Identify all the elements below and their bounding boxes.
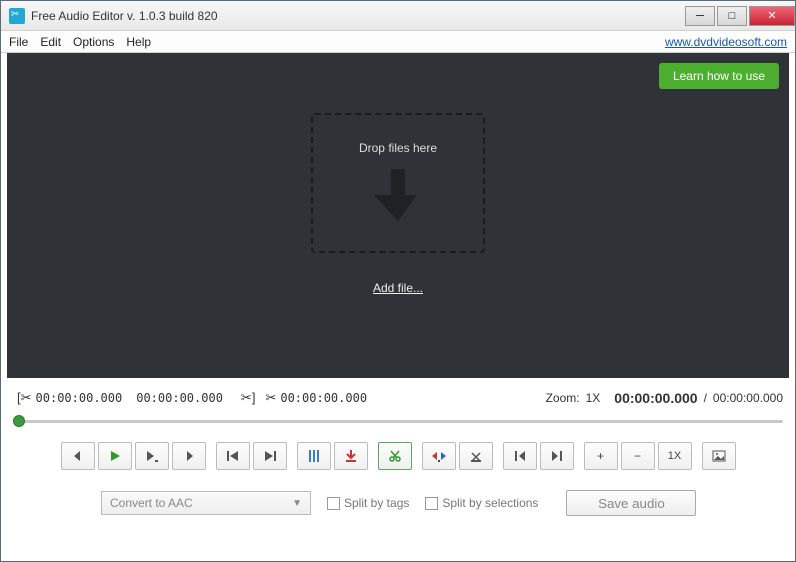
drop-zone[interactable]: Drop files here (311, 113, 485, 253)
prev-frame-button[interactable] (61, 442, 95, 470)
menubar: File Edit Options Help www.dvdvideosoft.… (1, 31, 795, 53)
format-dropdown[interactable]: Convert to AAC ▼ (101, 491, 311, 515)
misc-group (702, 442, 736, 470)
cut-button[interactable] (378, 442, 412, 470)
scissors-icon: ✂ (265, 390, 276, 406)
trim-group (422, 442, 493, 470)
zoom-in-button[interactable]: + (584, 442, 618, 470)
minimize-button[interactable]: ─ (685, 6, 715, 26)
content-area: Learn how to use Drop files here Add fil… (1, 53, 795, 561)
zoom-reset-button[interactable]: 1X (658, 442, 692, 470)
site-link[interactable]: www.dvdvideosoft.com (665, 35, 787, 49)
time-row: [✂ 00:00:00.000 00:00:00.000 ✂] ✂ 00:00:… (7, 384, 789, 412)
waveform-area[interactable]: Learn how to use Drop files here Add fil… (7, 53, 789, 378)
learn-how-button[interactable]: Learn how to use (659, 63, 779, 89)
zoom-value: 1X (586, 391, 601, 405)
zoom-label: Zoom: (546, 391, 580, 405)
selection-end-icon: ✂] (241, 390, 256, 406)
split-tags-label: Split by tags (344, 496, 409, 510)
selection-start-time: 00:00:00.000 (36, 391, 123, 405)
delete-selection-button[interactable] (459, 442, 493, 470)
window-title: Free Audio Editor v. 1.0.3 build 820 (31, 9, 683, 23)
current-time: 00:00:00.000 (614, 390, 697, 406)
titlebar: Free Audio Editor v. 1.0.3 build 820 ─ □… (1, 1, 795, 31)
app-icon (9, 8, 25, 24)
skip-group (216, 442, 287, 470)
slider-track (13, 420, 783, 423)
next-frame-button[interactable] (172, 442, 206, 470)
checkbox-icon (327, 497, 340, 510)
selection-start-icon: [✂ (17, 390, 32, 406)
playback-group (61, 442, 206, 470)
controls-bar: + − 1X (7, 438, 789, 480)
menu-file[interactable]: File (9, 35, 28, 49)
menu-options[interactable]: Options (73, 35, 114, 49)
selection-end-time: 00:00:00.000 (136, 391, 223, 405)
slider-thumb[interactable] (13, 415, 25, 427)
menu-help[interactable]: Help (126, 35, 151, 49)
cut-position-time: 00:00:00.000 (280, 391, 367, 405)
play-button[interactable] (98, 442, 132, 470)
drop-text: Drop files here (359, 141, 437, 155)
snapshot-button[interactable] (702, 442, 736, 470)
window-controls: ─ □ ✕ (683, 6, 795, 26)
format-label: Convert to AAC (110, 496, 193, 510)
split-selections-checkbox[interactable]: Split by selections (425, 496, 538, 510)
zoom-group: + − 1X (584, 442, 692, 470)
pause-marks-button[interactable] (297, 442, 331, 470)
cut-group (378, 442, 412, 470)
chevron-down-icon: ▼ (292, 498, 302, 509)
menu-edit[interactable]: Edit (40, 35, 61, 49)
sel-nav-group (503, 442, 574, 470)
time-sep: / (704, 391, 707, 405)
total-time: 00:00:00.000 (713, 391, 783, 405)
sel-start-button[interactable] (503, 442, 537, 470)
app-window: Free Audio Editor v. 1.0.3 build 820 ─ □… (0, 0, 796, 562)
maximize-button[interactable]: □ (717, 6, 747, 26)
position-slider[interactable] (13, 412, 783, 430)
trim-in-button[interactable] (422, 442, 456, 470)
close-button[interactable]: ✕ (749, 6, 795, 26)
skip-start-button[interactable] (216, 442, 250, 470)
save-audio-button[interactable]: Save audio (566, 490, 696, 516)
arrow-down-icon (373, 167, 423, 226)
split-tags-checkbox[interactable]: Split by tags (327, 496, 409, 510)
add-file-link[interactable]: Add file... (373, 281, 423, 295)
checkbox-icon (425, 497, 438, 510)
zoom-area: Zoom: 1X 00:00:00.000 / 00:00:00.000 (546, 390, 783, 406)
footer-bar: Convert to AAC ▼ Split by tags Split by … (7, 480, 789, 530)
play-selection-button[interactable] (135, 442, 169, 470)
marker-group (297, 442, 368, 470)
sel-end-button[interactable] (540, 442, 574, 470)
split-sel-label: Split by selections (442, 496, 538, 510)
set-marker-button[interactable] (334, 442, 368, 470)
skip-end-button[interactable] (253, 442, 287, 470)
zoom-out-button[interactable]: − (621, 442, 655, 470)
